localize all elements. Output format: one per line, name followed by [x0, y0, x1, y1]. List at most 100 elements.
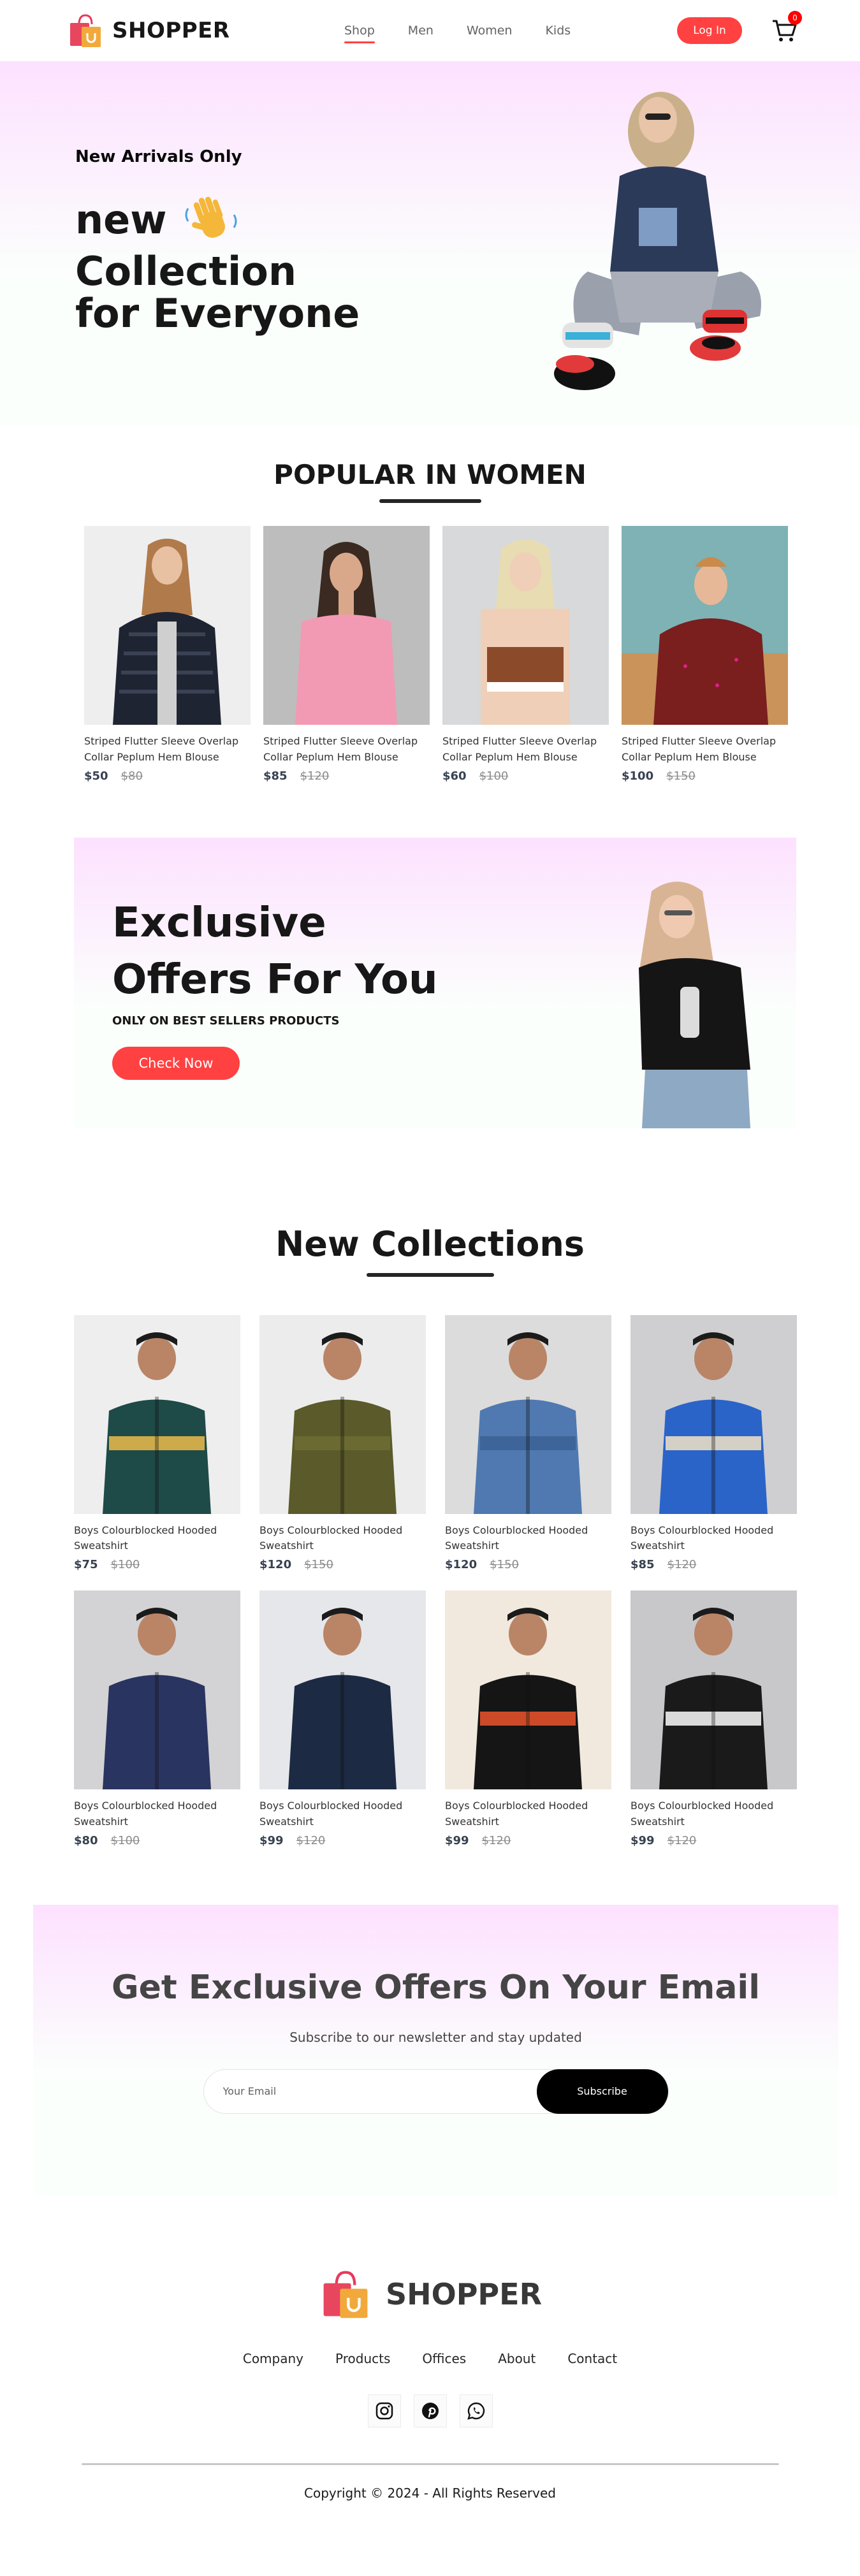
product-image[interactable] — [259, 1590, 426, 1790]
product-image[interactable] — [259, 1314, 426, 1514]
product-prices: $60 $100 — [442, 769, 609, 783]
product-prices: $100 $150 — [622, 769, 788, 783]
subscribe-button[interactable]: Subscribe — [536, 2069, 668, 2114]
pinterest-link[interactable] — [413, 2394, 447, 2427]
copyright-text: Copyright © 2024 - All Rights Reserved — [304, 2485, 556, 2501]
footer-brand-name: SHOPPER — [385, 2276, 542, 2311]
product-prices: $99 $120 — [445, 1834, 611, 1847]
footer-link-about[interactable]: About — [498, 2351, 536, 2366]
product-old-price: $150 — [666, 769, 696, 783]
product-image[interactable] — [74, 1590, 240, 1790]
product-card[interactable]: Boys Colourblocked Hooded Sweatshirt $85 $… — [630, 1314, 797, 1571]
email-input[interactable] — [222, 2085, 504, 2098]
product-prices: $120 $150 — [259, 1558, 426, 1571]
product-new-price: $85 — [263, 769, 288, 783]
nav-item-kids[interactable]: Kids — [545, 24, 571, 38]
hero-text: New Arrivals Only new Collection for Eve… — [75, 147, 360, 334]
product-card[interactable]: Striped Flutter Sleeve Overlap Collar Pe… — [84, 526, 251, 783]
collections-grid: Boys Colourblocked Hooded Sweatshirt $75 $… — [74, 1314, 860, 1847]
instagram-link[interactable] — [367, 2394, 401, 2427]
product-card[interactable]: Boys Colourblocked Hooded Sweatshirt $80 $… — [74, 1590, 240, 1847]
footer-link-company[interactable]: Company — [243, 2351, 303, 2366]
product-card[interactable]: Boys Colourblocked Hooded Sweatshirt $99 $… — [630, 1590, 797, 1847]
product-new-price: $120 — [445, 1558, 477, 1572]
product-image[interactable] — [630, 1314, 797, 1514]
product-image[interactable] — [84, 526, 251, 725]
offers-title-line1: Exclusive — [112, 899, 326, 947]
product-card[interactable]: Striped Flutter Sleeve Overlap Collar Pe… — [442, 526, 609, 783]
cart-button[interactable]: 0 — [771, 11, 802, 44]
product-card[interactable]: Boys Colourblocked Hooded Sweatshirt $75 $… — [74, 1314, 240, 1571]
product-image[interactable] — [445, 1314, 611, 1514]
offers-banner: Exclusive Offers For You ONLY ON BEST SE… — [74, 837, 796, 1128]
shopping-bag-logo-icon — [70, 14, 101, 47]
hero-title-line1: new — [75, 196, 167, 244]
popular-section: POPULAR IN WOMEN Striped Flutter Sleeve … — [0, 426, 860, 783]
product-prices: $99 $120 — [259, 1834, 426, 1847]
product-new-price: $50 — [84, 769, 108, 783]
product-old-price: $100 — [110, 1833, 140, 1847]
footer: SHOPPER Company Products Offices About C… — [0, 2195, 860, 2514]
product-name: Boys Colourblocked Hooded Sweatshirt — [445, 1524, 588, 1552]
instagram-icon — [375, 2402, 393, 2420]
offers-text: Exclusive Offers For You ONLY ON BEST SE… — [112, 895, 438, 1080]
product-new-price: $120 — [259, 1558, 292, 1572]
product-card[interactable]: Boys Colourblocked Hooded Sweatshirt $120… — [445, 1314, 611, 1571]
footer-social — [367, 2394, 493, 2427]
product-card[interactable]: Striped Flutter Sleeve Overlap Collar Pe… — [263, 526, 430, 783]
product-prices: $75 $100 — [74, 1558, 240, 1571]
product-name: Striped Flutter Sleeve Overlap Collar Pe… — [84, 735, 239, 763]
product-image[interactable] — [74, 1314, 240, 1514]
footer-link-products[interactable]: Products — [335, 2351, 390, 2366]
product-image[interactable] — [630, 1590, 797, 1790]
product-image[interactable] — [445, 1590, 611, 1790]
product-image[interactable] — [442, 526, 609, 725]
product-name: Boys Colourblocked Hooded Sweatshirt — [445, 1800, 588, 1828]
popular-title: POPULAR IN WOMEN — [273, 459, 587, 490]
check-now-button[interactable]: Check Now — [112, 1046, 240, 1080]
footer-link-offices[interactable]: Offices — [422, 2351, 466, 2366]
product-prices: $50 $80 — [84, 769, 251, 783]
product-new-price: $99 — [445, 1833, 469, 1847]
product-old-price: $120 — [296, 1833, 326, 1847]
footer-logo[interactable]: SHOPPER — [318, 2267, 542, 2322]
product-card[interactable]: Boys Colourblocked Hooded Sweatshirt $99 $… — [259, 1590, 426, 1847]
product-name: Striped Flutter Sleeve Overlap Collar Pe… — [622, 735, 776, 763]
popular-grid: Striped Flutter Sleeve Overlap Collar Pe… — [84, 526, 860, 783]
nav-item-men[interactable]: Men — [408, 24, 434, 38]
nav-item-women[interactable]: Women — [467, 24, 513, 38]
product-old-price: $120 — [667, 1558, 697, 1572]
product-prices: $120 $150 — [445, 1558, 611, 1571]
whatsapp-link[interactable] — [459, 2394, 493, 2427]
footer-link-contact[interactable]: Contact — [567, 2351, 617, 2366]
product-new-price: $75 — [74, 1558, 98, 1572]
product-prices: $99 $120 — [630, 1834, 797, 1847]
hero-title-line3: for Everyone — [75, 289, 360, 337]
footer-divider — [81, 2463, 779, 2465]
product-card[interactable]: Boys Colourblocked Hooded Sweatshirt $120… — [259, 1314, 426, 1571]
newsletter-section: Get Exclusive Offers On Your Email Subsc… — [33, 1904, 838, 2195]
product-name: Boys Colourblocked Hooded Sweatshirt — [74, 1524, 217, 1552]
product-old-price: $100 — [479, 769, 509, 783]
product-image[interactable] — [622, 526, 788, 725]
product-old-price: $150 — [490, 1558, 519, 1572]
product-name: Boys Colourblocked Hooded Sweatshirt — [74, 1800, 217, 1828]
product-old-price: $100 — [110, 1558, 140, 1572]
product-old-price: $80 — [120, 769, 143, 783]
product-card[interactable]: Striped Flutter Sleeve Overlap Collar Pe… — [622, 526, 788, 783]
hero-section: New Arrivals Only new Collection for Eve… — [0, 61, 860, 426]
offers-title-line2: Offers For You — [112, 956, 438, 1004]
nav-item-shop[interactable]: Shop — [344, 24, 375, 43]
pinterest-icon — [421, 2402, 439, 2419]
login-button[interactable]: Log In — [677, 17, 742, 44]
waving-hand-icon — [185, 196, 237, 238]
newsletter-form: Subscribe — [203, 2069, 669, 2114]
hero-title-line2: Collection — [75, 248, 297, 295]
product-image[interactable] — [263, 526, 430, 725]
nav-actions: Log In 0 — [677, 11, 802, 44]
brand-logo[interactable]: SHOPPER — [66, 11, 230, 50]
product-name: Boys Colourblocked Hooded Sweatshirt — [259, 1800, 403, 1828]
newsletter-subtitle: Subscribe to our newsletter and stay upd… — [289, 2029, 582, 2045]
product-card[interactable]: Boys Colourblocked Hooded Sweatshirt $99 $… — [445, 1590, 611, 1847]
product-prices: $85 $120 — [630, 1558, 797, 1571]
